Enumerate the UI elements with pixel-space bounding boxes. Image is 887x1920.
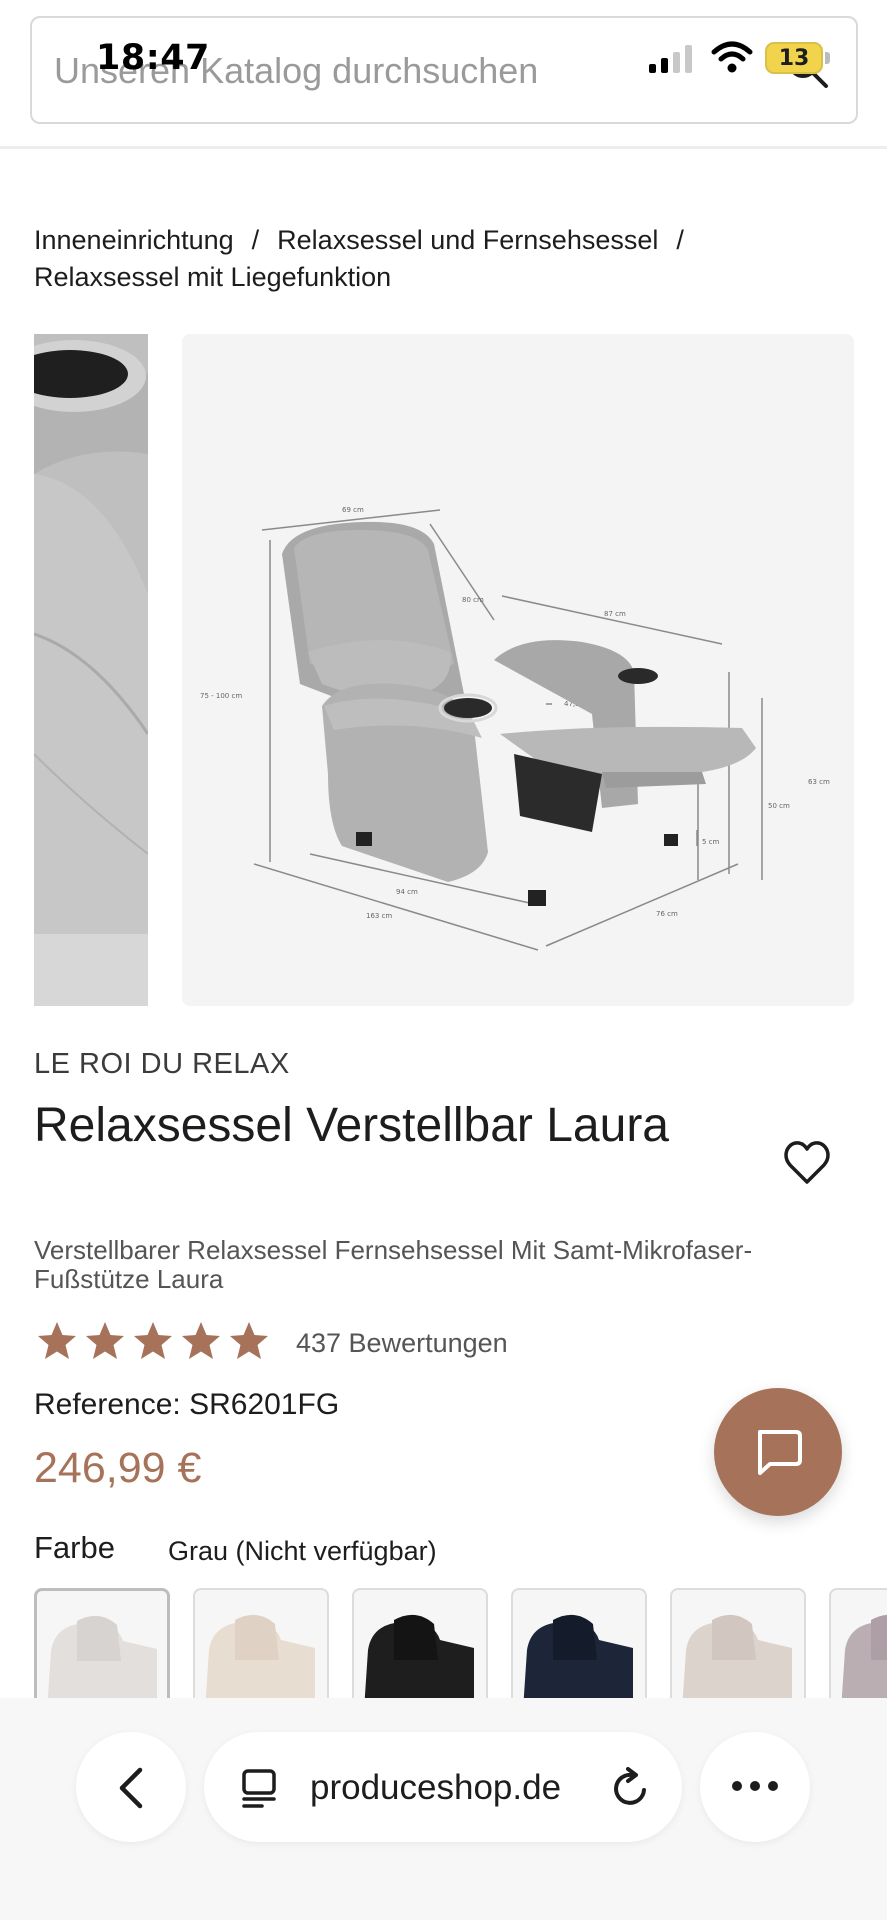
chevron-left-icon <box>119 1767 143 1809</box>
battery-level: 13 <box>778 46 810 71</box>
dim-label-width-bottom: 94 cm <box>396 888 418 896</box>
product-title: Relaxsessel Verstellbar Laura <box>34 1099 669 1152</box>
swatch-beige[interactable] <box>193 1588 329 1698</box>
color-label: Farbe <box>34 1530 115 1565</box>
color-swatches <box>34 1588 887 1698</box>
reader-mode-icon[interactable] <box>240 1768 282 1808</box>
product-reference: Reference: SR6201FG <box>34 1388 340 1421</box>
dim-label-ground: 5 cm <box>702 838 720 846</box>
dim-label-back-height: 80 cm <box>462 596 484 604</box>
battery-icon: 13 <box>765 42 823 74</box>
back-button[interactable] <box>76 1732 186 1842</box>
product-image: 69 cm 80 cm 87 cm 75 - 100 cm 47,5 cm 63… <box>182 334 854 1006</box>
reload-icon[interactable] <box>608 1766 652 1810</box>
product-brand[interactable]: LE ROI DU RELAX <box>34 1048 290 1081</box>
gallery-main-image[interactable]: 69 cm 80 cm 87 cm 75 - 100 cm 47,5 cm 63… <box>182 334 854 1006</box>
breadcrumb-item-relaxsessel-fernsehsessel[interactable]: Relaxsessel und Fernsehsessel <box>277 225 658 255</box>
star-icon <box>86 1322 124 1359</box>
product-price: 246,99 € <box>34 1444 202 1492</box>
heart-icon[interactable] <box>782 1138 832 1188</box>
dim-label-footrest-height: 63 cm <box>808 778 830 786</box>
reviews-link[interactable]: 437 Bewertungen <box>296 1328 508 1359</box>
ellipsis-icon <box>732 1781 778 1791</box>
star-icon <box>38 1322 76 1359</box>
chat-button[interactable] <box>714 1388 842 1516</box>
swatch-schwarz[interactable] <box>352 1588 488 1698</box>
battery-tip <box>825 52 830 64</box>
dim-label-depth-bottom: 76 cm <box>656 910 678 918</box>
dim-label-total-height: 75 - 100 cm <box>200 692 242 700</box>
swatch-mauve[interactable] <box>829 1588 887 1698</box>
chat-icon <box>758 1430 802 1475</box>
star-icon <box>230 1322 268 1359</box>
dim-label-seat-height: 50 cm <box>768 802 790 810</box>
breadcrumb-item-inneneinrichtung[interactable]: Inneneinrichtung <box>34 225 234 255</box>
swatch-taupe[interactable] <box>670 1588 806 1698</box>
dim-label-length-total: 163 cm <box>366 912 392 920</box>
color-value: Grau (Nicht verfügbar) <box>168 1536 437 1566</box>
more-options-button[interactable] <box>700 1732 810 1842</box>
star-icon <box>134 1322 172 1359</box>
status-time: 18:47 <box>96 38 210 78</box>
browser-toolbar: produceshop.de <box>0 1698 887 1920</box>
wifi-icon <box>711 41 753 73</box>
breadcrumb-item-relaxsessel-liegefunktion[interactable]: Relaxsessel mit Liegefunktion <box>34 262 391 292</box>
product-subtitle: Verstellbarer Relaxsessel Fernsehsessel … <box>34 1235 753 1294</box>
swatch-blau[interactable] <box>511 1588 647 1698</box>
url-text[interactable]: produceshop.de <box>310 1768 561 1808</box>
address-bar[interactable]: produceshop.de <box>204 1732 682 1842</box>
dim-label-depth-arm: 87 cm <box>604 610 626 618</box>
breadcrumb-separator: / <box>676 225 684 255</box>
star-icon <box>182 1322 220 1359</box>
breadcrumb-separator: / <box>251 225 260 255</box>
dim-label-width-top: 69 cm <box>342 506 364 514</box>
header-divider <box>0 146 887 149</box>
gallery-previous-image[interactable] <box>34 334 148 1006</box>
signal-icon <box>649 45 692 73</box>
swatch-grau[interactable] <box>34 1588 170 1698</box>
breadcrumb: Inneneinrichtung / Relaxsessel und Fernseh… <box>34 222 854 296</box>
rating-stars[interactable] <box>36 1320 270 1362</box>
